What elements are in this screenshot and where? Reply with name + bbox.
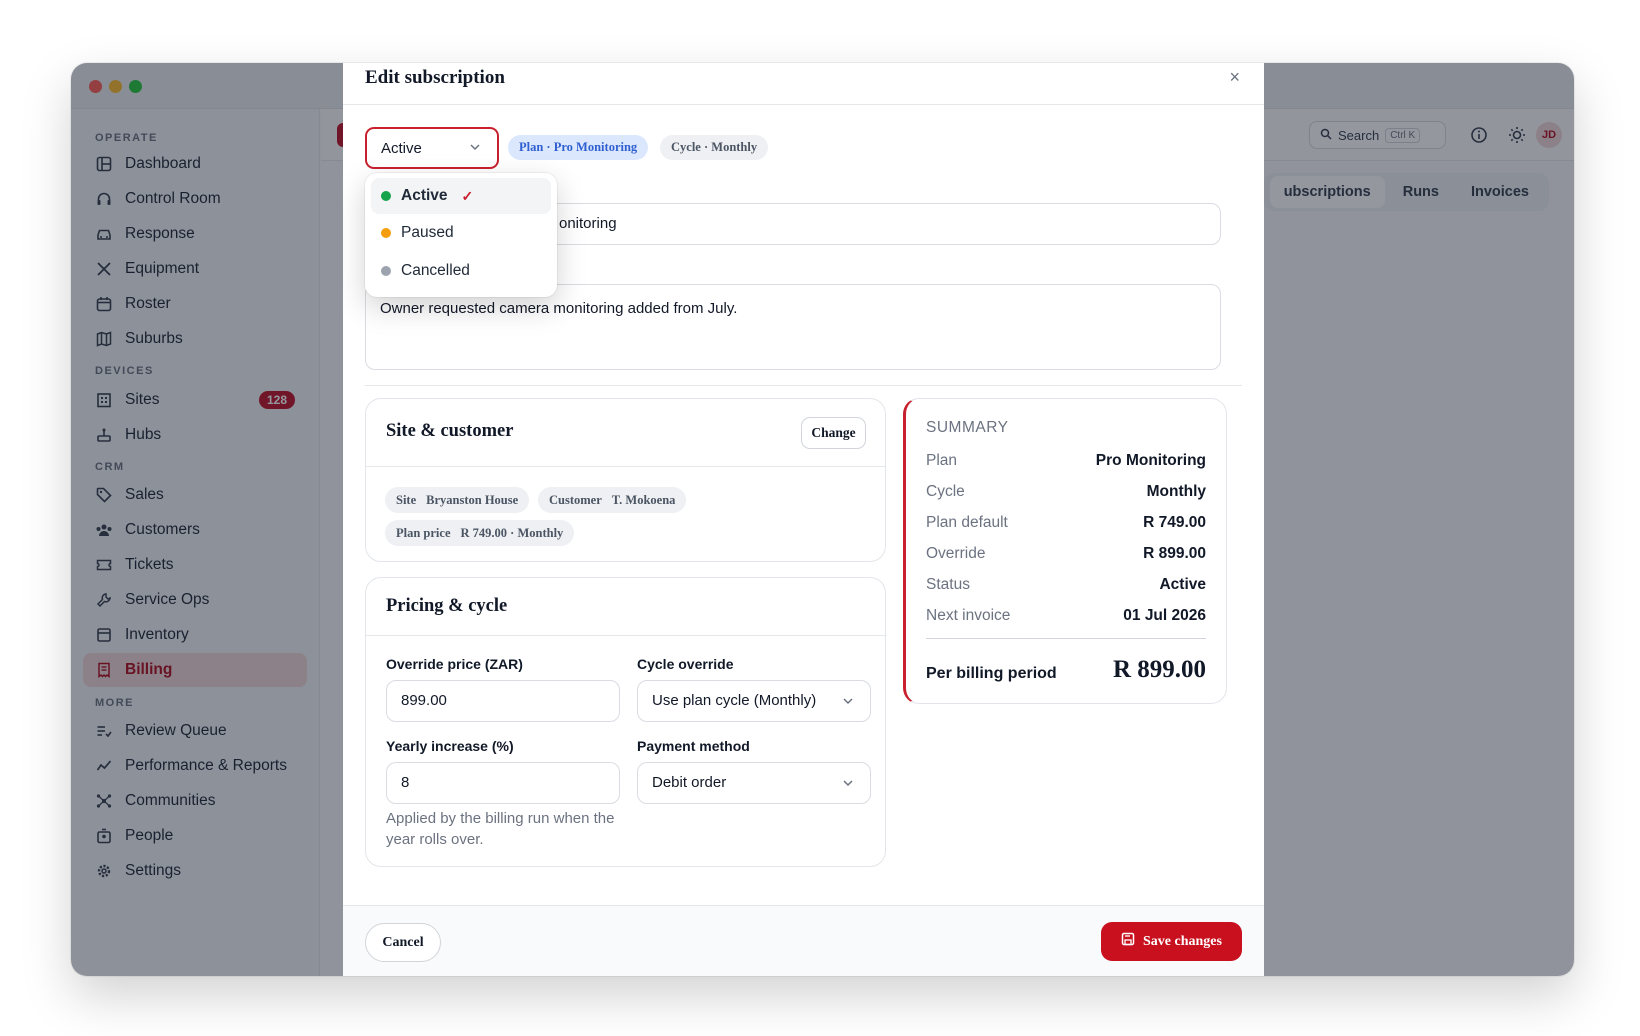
per-billing-period-label: Per billing period: [926, 665, 1057, 682]
notes-value: Owner requested camera monitoring added …: [380, 300, 738, 317]
cycle-override-select[interactable]: Use plan cycle (Monthly): [637, 680, 871, 722]
summary-divider: [926, 638, 1206, 639]
modal-title: Edit subscription: [365, 67, 505, 88]
per-billing-period-value: R 899.00: [1112, 656, 1206, 683]
summary-panel: SUMMARY Plan Pro Monitoring Cycle Monthly …: [903, 398, 1227, 704]
cycle-override-label: Cycle override: [637, 656, 734, 672]
override-price-input[interactable]: 899.00: [386, 680, 620, 722]
plan-price-tag: Plan price R 749.00 · Monthly: [385, 520, 575, 546]
summary-row-cycle: Cycle Monthly: [926, 480, 1206, 504]
summary-key: Plan default: [926, 514, 1008, 531]
summary-value: R 899.00: [1143, 545, 1206, 562]
pricing-cycle-card: Pricing & cycle Override price (ZAR) 899…: [365, 577, 886, 867]
payment-method-label: Payment method: [637, 738, 750, 754]
cycle-override-value: Use plan cycle (Monthly): [652, 692, 817, 709]
summary-key: Status: [926, 576, 970, 593]
save-icon: [1121, 932, 1135, 951]
summary-key: Next invoice: [926, 607, 1011, 624]
close-icon[interactable]: ×: [1229, 67, 1240, 88]
summary-row-plan: Plan Pro Monitoring: [926, 449, 1206, 473]
card-divider: [366, 466, 885, 467]
summary-key: Plan: [926, 452, 958, 469]
status-option-paused[interactable]: Paused: [371, 215, 551, 251]
summary-key: Cycle: [926, 483, 965, 500]
tag-key: Customer: [549, 492, 602, 507]
summary-value: R 749.00: [1143, 514, 1206, 531]
option-label: Paused: [401, 224, 454, 241]
override-price-label: Override price (ZAR): [386, 656, 523, 672]
payment-method-value: Debit order: [652, 774, 727, 791]
summary-row-status: Status Active: [926, 573, 1206, 597]
tag-key: Plan price: [396, 525, 451, 540]
tag-value: Bryanston House: [426, 492, 519, 507]
status-select-value: Active: [381, 139, 422, 157]
edit-subscription-modal: Edit subscription × Active Plan · Pro Mo…: [343, 63, 1264, 976]
yearly-increase-input[interactable]: 8: [386, 762, 620, 804]
chevron-down-icon: [469, 140, 481, 157]
status-dropdown-menu: Active ✓ Paused Cancelled: [365, 173, 557, 297]
summary-value: 01 Jul 2026: [1123, 607, 1206, 624]
tag-value: R 749.00 · Monthly: [460, 525, 564, 540]
save-changes-button[interactable]: Save changes: [1101, 922, 1242, 961]
yearly-increase-help: Applied by the billing run when the year…: [386, 810, 615, 848]
cycle-chip: Cycle · Monthly: [660, 135, 769, 160]
summary-heading: SUMMARY: [926, 419, 1009, 436]
modal-footer: Cancel Save changes: [343, 905, 1264, 976]
yearly-increase-label: Yearly increase (%): [386, 738, 514, 754]
status-dot: [381, 266, 391, 276]
status-select[interactable]: Active: [365, 127, 499, 169]
plan-name-value: onitoring: [559, 215, 617, 232]
summary-key: Override: [926, 545, 986, 562]
status-dot: [381, 228, 391, 238]
summary-row-override: Override R 899.00: [926, 542, 1206, 566]
summary-value: Monthly: [1146, 483, 1206, 500]
save-changes-label: Save changes: [1143, 933, 1222, 949]
summary-value: Pro Monitoring: [1095, 452, 1206, 469]
section-divider: [365, 385, 1242, 386]
summary-row-next-invoice: Next invoice 01 Jul 2026: [926, 604, 1206, 628]
tag-key: Site: [396, 492, 417, 507]
pricing-cycle-title: Pricing & cycle: [386, 596, 508, 616]
payment-method-select[interactable]: Debit order: [637, 762, 871, 804]
plan-chip: Plan · Pro Monitoring: [508, 135, 649, 160]
status-option-cancelled[interactable]: Cancelled: [371, 253, 551, 289]
option-label: Active: [401, 187, 448, 204]
yearly-increase-value: 8: [401, 774, 410, 791]
site-customer-title: Site & customer: [386, 421, 514, 441]
summary-row-plan-default: Plan default R 749.00: [926, 511, 1206, 535]
cancel-button[interactable]: Cancel: [365, 923, 441, 962]
site-customer-card: Site & customer Change Site Bryanston Hou…: [365, 398, 886, 562]
override-price-value: 899.00: [401, 692, 447, 709]
summary-value: Active: [1159, 576, 1206, 593]
modal-header: Edit subscription ×: [343, 63, 1264, 105]
change-site-button[interactable]: Change: [801, 417, 866, 449]
status-dot: [381, 191, 391, 201]
status-option-active[interactable]: Active ✓: [371, 178, 551, 214]
check-icon: ✓: [461, 187, 474, 204]
tag-value: T. Mokoena: [611, 492, 676, 507]
chevron-down-icon: [842, 776, 854, 793]
site-tag: Site Bryanston House: [385, 487, 530, 513]
option-label: Cancelled: [401, 262, 470, 279]
card-divider: [366, 635, 885, 636]
chevron-down-icon: [842, 694, 854, 711]
customer-tag: Customer T. Mokoena: [538, 487, 687, 513]
